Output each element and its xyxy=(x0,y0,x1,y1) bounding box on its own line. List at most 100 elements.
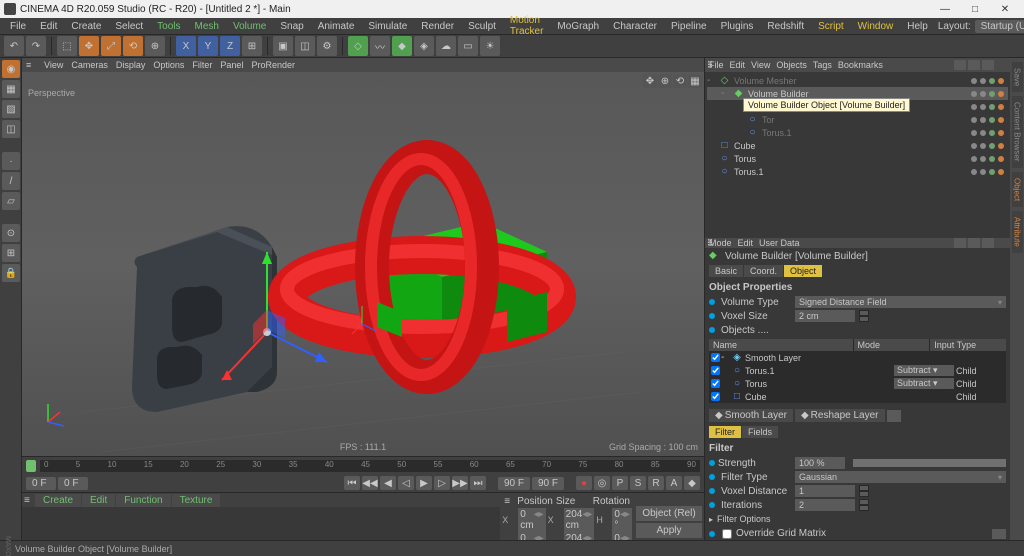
object-mode-icon[interactable]: ▦ xyxy=(2,80,20,98)
am-nav-back-icon[interactable] xyxy=(954,238,966,248)
prev-frame-icon[interactable]: ◀ xyxy=(380,476,396,490)
edge-mode-icon[interactable]: / xyxy=(2,172,20,190)
light-icon[interactable]: ☀ xyxy=(480,36,500,56)
object-row[interactable]: ○Torus.1 xyxy=(707,126,1008,139)
am-menu-userdata[interactable]: User Data xyxy=(759,238,800,248)
menu-character[interactable]: Character xyxy=(607,20,663,33)
spline-icon[interactable]: 〰 xyxy=(370,36,390,56)
list-item[interactable]: □CubeChild xyxy=(709,390,1006,403)
phong-tag-icon[interactable] xyxy=(998,143,1004,149)
menu-mograph[interactable]: MoGraph xyxy=(551,20,605,33)
om-menu-view[interactable]: View xyxy=(751,60,770,70)
list-item[interactable]: ○TorusSubtract ▾Child xyxy=(709,377,1006,390)
om-view-icon[interactable] xyxy=(982,60,994,70)
am-lock-icon[interactable] xyxy=(982,238,994,248)
render-settings-icon[interactable]: ⚙ xyxy=(317,36,337,56)
vp-menu-prorender[interactable]: ProRender xyxy=(251,60,295,70)
range-end-field[interactable]: 90 F xyxy=(498,477,530,490)
move-tool-icon[interactable]: ✥ xyxy=(79,36,99,56)
camera-icon[interactable]: ▭ xyxy=(458,36,478,56)
list-header-mode[interactable]: Mode xyxy=(854,339,931,351)
menu-redshift[interactable]: Redshift xyxy=(761,20,810,33)
menu-help[interactable]: Help xyxy=(901,20,934,33)
autokey-icon[interactable]: ◎ xyxy=(594,476,610,490)
environment-icon[interactable]: ☁ xyxy=(436,36,456,56)
voxel-distance-field[interactable]: 1 xyxy=(795,485,855,497)
play-back-icon[interactable]: ◁ xyxy=(398,476,414,490)
vp-menu-panel[interactable]: Panel xyxy=(220,60,243,70)
key-param-icon[interactable]: A xyxy=(666,476,682,490)
size-x-field[interactable]: 204 cm◂▸ xyxy=(564,508,595,532)
bottom-tab-function[interactable]: Function xyxy=(116,494,170,507)
bottom-tab-edit[interactable]: Edit xyxy=(82,494,115,507)
menu-volume[interactable]: Volume xyxy=(227,20,272,33)
vp-menu-filter[interactable]: Filter xyxy=(192,60,212,70)
project-end-field[interactable]: 90 F xyxy=(532,477,564,490)
vtab-content-browser[interactable]: Content Browser xyxy=(1012,96,1023,168)
prev-key-icon[interactable]: ◀◀ xyxy=(362,476,378,490)
texture-mode-icon[interactable]: ▨ xyxy=(2,100,20,118)
menu-animate[interactable]: Animate xyxy=(312,20,361,33)
close-button[interactable]: ✕ xyxy=(990,1,1020,17)
record-key-icon[interactable]: ● xyxy=(576,476,592,490)
snap-icon[interactable]: ⊙ xyxy=(2,224,20,242)
grid-snap-icon[interactable]: ⊞ xyxy=(2,244,20,262)
deformer-icon[interactable]: ◈ xyxy=(414,36,434,56)
om-filter-icon[interactable] xyxy=(968,60,980,70)
menu-tools[interactable]: Tools xyxy=(151,20,186,33)
menu-plugins[interactable]: Plugins xyxy=(715,20,760,33)
list-header-name[interactable]: Name xyxy=(709,339,854,351)
coord-mode-dropdown[interactable]: Object (Rel) xyxy=(636,506,702,521)
menu-create[interactable]: Create xyxy=(65,20,107,33)
coord-apply-button[interactable]: Apply xyxy=(636,523,702,538)
minimize-button[interactable]: — xyxy=(930,1,960,17)
object-tree[interactable]: -◇Volume Mesher-◆Volume Builder□Cub○Tor○… xyxy=(705,72,1010,238)
menu-select[interactable]: Select xyxy=(109,20,149,33)
key-rot-icon[interactable]: R xyxy=(648,476,664,490)
timeline-playhead[interactable] xyxy=(26,460,36,472)
attr-tab-object[interactable]: Object xyxy=(784,265,822,277)
goto-end-icon[interactable]: ⏭ xyxy=(470,476,486,490)
menu-script[interactable]: Script xyxy=(812,20,850,33)
list-enable-checkbox[interactable] xyxy=(711,353,720,362)
list-enable-checkbox[interactable] xyxy=(711,366,720,375)
vtab-save[interactable]: Save xyxy=(1012,62,1023,92)
phong-tag-icon[interactable] xyxy=(998,117,1004,123)
primitive-cube-icon[interactable]: ◇ xyxy=(348,36,368,56)
voxel-size-spinner[interactable] xyxy=(859,310,869,322)
key-pla-icon[interactable]: ◆ xyxy=(684,476,700,490)
layout-dropdown[interactable]: Startup (User) xyxy=(975,20,1024,33)
render-region-icon[interactable]: ◫ xyxy=(295,36,315,56)
om-menu-bookmarks[interactable]: Bookmarks xyxy=(838,60,883,70)
vp-menu-view[interactable]: View xyxy=(44,60,63,70)
workplane-icon[interactable]: ◫ xyxy=(2,120,20,138)
locked-workplane-icon[interactable]: 🔒 xyxy=(2,264,20,282)
vtab-attribute[interactable]: Attribute xyxy=(1012,211,1023,253)
override-grid-options-icon[interactable] xyxy=(992,529,1006,539)
voxel-distance-spinner[interactable] xyxy=(859,485,869,497)
timeline-track[interactable]: 0 5 10 15 20 25 30 35 40 45 50 55 60 65 … xyxy=(40,460,700,472)
iterations-spinner[interactable] xyxy=(859,499,869,511)
point-mode-icon[interactable]: · xyxy=(2,152,20,170)
object-row[interactable]: ○Tor xyxy=(707,113,1008,126)
x-axis-icon[interactable]: X xyxy=(176,36,196,56)
reshape-layer-tab[interactable]: ◆Reshape Layer xyxy=(795,409,885,422)
om-menu-tags[interactable]: Tags xyxy=(813,60,832,70)
menu-file[interactable]: File xyxy=(4,20,32,33)
phong-tag-icon[interactable] xyxy=(998,91,1004,97)
object-row[interactable]: □Cube xyxy=(707,139,1008,152)
key-pos-icon[interactable]: P xyxy=(612,476,628,490)
object-row[interactable]: ○Torus xyxy=(707,152,1008,165)
phong-tag-icon[interactable] xyxy=(998,169,1004,175)
phong-tag-icon[interactable] xyxy=(998,130,1004,136)
menu-render[interactable]: Render xyxy=(415,20,460,33)
filter-options-toggle[interactable]: Filter Options xyxy=(709,512,1006,526)
render-view-icon[interactable]: ▣ xyxy=(273,36,293,56)
maximize-button[interactable]: □ xyxy=(960,1,990,17)
y-axis-icon[interactable]: Y xyxy=(198,36,218,56)
layer-options-icon[interactable] xyxy=(887,410,901,422)
menu-sculpt[interactable]: Sculpt xyxy=(462,20,502,33)
am-nav-fwd-icon[interactable] xyxy=(968,238,980,248)
phong-tag-icon[interactable] xyxy=(998,104,1004,110)
object-row[interactable]: -◇Volume Mesher xyxy=(707,74,1008,87)
